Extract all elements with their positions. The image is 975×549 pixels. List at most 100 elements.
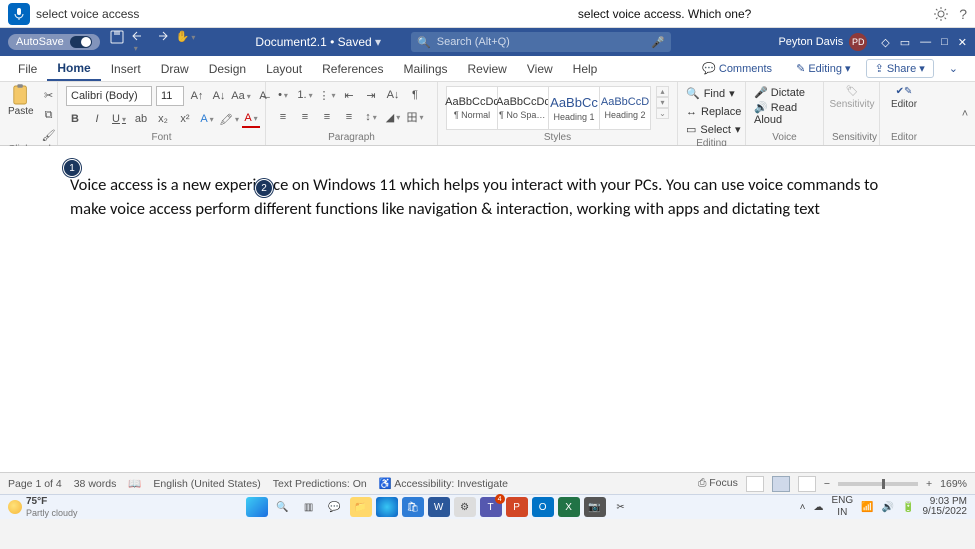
tab-review[interactable]: Review bbox=[458, 58, 517, 80]
line-spacing-icon[interactable]: ↕ bbox=[362, 108, 380, 126]
italic-button[interactable]: I bbox=[88, 110, 106, 128]
word-icon[interactable]: W bbox=[428, 497, 450, 517]
taskview-icon[interactable]: ▥ bbox=[298, 497, 320, 517]
status-predictions[interactable]: Text Predictions: On bbox=[273, 478, 367, 490]
tab-mailings[interactable]: Mailings bbox=[393, 58, 457, 80]
tab-insert[interactable]: Insert bbox=[101, 58, 151, 80]
tab-home[interactable]: Home bbox=[47, 57, 100, 81]
spellcheck-icon[interactable]: 📖 bbox=[128, 477, 141, 490]
store-icon[interactable]: 🛍 bbox=[402, 497, 424, 517]
view-web-icon[interactable] bbox=[798, 476, 816, 492]
search-mic-icon[interactable]: 🎤 bbox=[651, 36, 665, 49]
undo-icon[interactable] bbox=[132, 30, 146, 54]
sort-icon[interactable]: A↓ bbox=[384, 86, 402, 104]
text-effects-icon[interactable]: A bbox=[198, 110, 216, 128]
gallery-scroll[interactable]: ▴▾⌄ bbox=[656, 86, 669, 119]
bold-button[interactable]: B bbox=[66, 110, 84, 128]
settings-icon[interactable] bbox=[933, 6, 949, 22]
view-print-icon[interactable] bbox=[772, 476, 790, 492]
multilevel-icon[interactable]: ⋮ bbox=[318, 86, 336, 104]
superscript-button[interactable]: x² bbox=[176, 110, 194, 128]
outlook-icon[interactable]: O bbox=[532, 497, 554, 517]
help-icon[interactable]: ? bbox=[959, 6, 967, 22]
font-size-select[interactable]: 11 bbox=[156, 86, 184, 106]
style-heading2[interactable]: AaBbCcDHeading 2 bbox=[599, 86, 651, 130]
paste-button[interactable]: Paste bbox=[8, 86, 34, 117]
mic-icon[interactable] bbox=[8, 3, 30, 25]
zoom-in-icon[interactable]: + bbox=[926, 478, 932, 490]
status-language[interactable]: English (United States) bbox=[153, 478, 260, 490]
font-name-select[interactable]: Calibri (Body) bbox=[66, 86, 152, 106]
tab-help[interactable]: Help bbox=[563, 58, 608, 80]
shrink-font-icon[interactable]: A↓ bbox=[210, 87, 228, 105]
select-button[interactable]: ▭Select ▾ bbox=[686, 122, 741, 138]
tab-file[interactable]: File bbox=[8, 58, 47, 80]
search-taskbar-icon[interactable]: 🔍 bbox=[272, 497, 294, 517]
strike-button[interactable]: ab bbox=[132, 110, 150, 128]
tray-chevron-icon[interactable]: ˄ bbox=[800, 502, 806, 513]
autosave-toggle[interactable]: AutoSave bbox=[8, 34, 100, 50]
style-normal[interactable]: AaBbCcDc¶ Normal bbox=[446, 86, 498, 130]
view-read-icon[interactable] bbox=[746, 476, 764, 492]
tab-draw[interactable]: Draw bbox=[151, 58, 199, 80]
tab-layout[interactable]: Layout bbox=[256, 58, 312, 80]
share-button[interactable]: ⇪ Share ▾ bbox=[866, 59, 934, 78]
bullets-icon[interactable]: • bbox=[274, 86, 292, 104]
read-aloud-button[interactable]: 🔊 Read Aloud bbox=[754, 101, 815, 126]
replace-button[interactable]: ↔Replace bbox=[686, 104, 741, 120]
language-indicator[interactable]: ENG IN bbox=[831, 496, 853, 518]
dictate-button[interactable]: 🎤 Dictate bbox=[754, 86, 815, 99]
battery-icon[interactable]: 🔋 bbox=[902, 502, 914, 513]
minimize-icon[interactable]: — bbox=[920, 36, 931, 49]
user-account[interactable]: Peyton Davis PD bbox=[778, 33, 867, 51]
show-marks-icon[interactable]: ¶ bbox=[406, 86, 424, 104]
format-painter-icon[interactable]: 🖌 bbox=[40, 126, 58, 144]
start-icon[interactable] bbox=[246, 497, 268, 517]
settings-taskbar-icon[interactable]: ⚙ bbox=[454, 497, 476, 517]
align-center-icon[interactable]: ≡ bbox=[296, 108, 314, 126]
align-right-icon[interactable]: ≡ bbox=[318, 108, 336, 126]
status-accessibility[interactable]: ♿ Accessibility: Investigate bbox=[379, 477, 508, 490]
chat-icon[interactable]: 💬 bbox=[324, 497, 346, 517]
zoom-level[interactable]: 169% bbox=[940, 478, 967, 490]
excel-icon[interactable]: X bbox=[558, 497, 580, 517]
powerpoint-icon[interactable]: P bbox=[506, 497, 528, 517]
zoom-slider[interactable] bbox=[838, 482, 918, 486]
justify-icon[interactable]: ≡ bbox=[340, 108, 358, 126]
camera-icon[interactable]: 📷 bbox=[584, 497, 606, 517]
explorer-icon[interactable]: 📁 bbox=[350, 497, 372, 517]
style-nospacing[interactable]: AaBbCcDc¶ No Spac... bbox=[497, 86, 549, 130]
close-icon[interactable]: ✕ bbox=[958, 36, 967, 49]
collapse-ribbon-icon[interactable]: ˄ bbox=[955, 82, 975, 145]
weather-widget[interactable]: 75°F Partly cloudy bbox=[8, 497, 78, 518]
underline-button[interactable]: U bbox=[110, 110, 128, 128]
document-body-text[interactable]: Voice access is a new experience on Wind… bbox=[70, 174, 905, 222]
font-color-icon[interactable]: A bbox=[242, 110, 260, 128]
numbering-icon[interactable]: 1. bbox=[296, 86, 314, 104]
subscript-button[interactable]: x₂ bbox=[154, 110, 172, 128]
teams-icon[interactable]: T4 bbox=[480, 497, 502, 517]
grow-font-icon[interactable]: A↑ bbox=[188, 87, 206, 105]
diamond-icon[interactable]: ◇ bbox=[881, 36, 889, 49]
document-title[interactable]: Document2.1 • Saved ▾ bbox=[255, 35, 381, 49]
redo-icon[interactable] bbox=[154, 30, 168, 54]
dec-indent-icon[interactable]: ⇤ bbox=[340, 86, 358, 104]
clock[interactable]: 9:03 PM 9/15/2022 bbox=[923, 497, 968, 517]
change-case-icon[interactable]: Aa bbox=[232, 87, 250, 105]
document-canvas[interactable]: 1 2 Voice access is a new experience on … bbox=[0, 146, 975, 472]
shading-icon[interactable]: ◢ bbox=[384, 108, 402, 126]
tab-view[interactable]: View bbox=[517, 58, 563, 80]
voice-hint-badge-1[interactable]: 1 bbox=[63, 159, 81, 177]
snip-icon[interactable]: ✂ bbox=[610, 497, 632, 517]
style-heading1[interactable]: AaBbCcHeading 1 bbox=[548, 86, 600, 130]
touch-icon[interactable]: ✋ bbox=[176, 30, 196, 54]
highlight-icon[interactable]: 🖍 bbox=[220, 110, 238, 128]
tab-design[interactable]: Design bbox=[199, 58, 256, 80]
tab-references[interactable]: References bbox=[312, 58, 393, 80]
search-input[interactable]: 🔍 Search (Alt+Q) 🎤 bbox=[411, 32, 671, 52]
ribbon-options-icon[interactable]: ⌄ bbox=[940, 59, 967, 78]
voice-hint-badge-2[interactable]: 2 bbox=[255, 179, 273, 197]
save-icon[interactable] bbox=[110, 30, 124, 54]
edge-icon[interactable] bbox=[376, 497, 398, 517]
editor-button[interactable]: ✔✎ Editor bbox=[888, 86, 920, 110]
